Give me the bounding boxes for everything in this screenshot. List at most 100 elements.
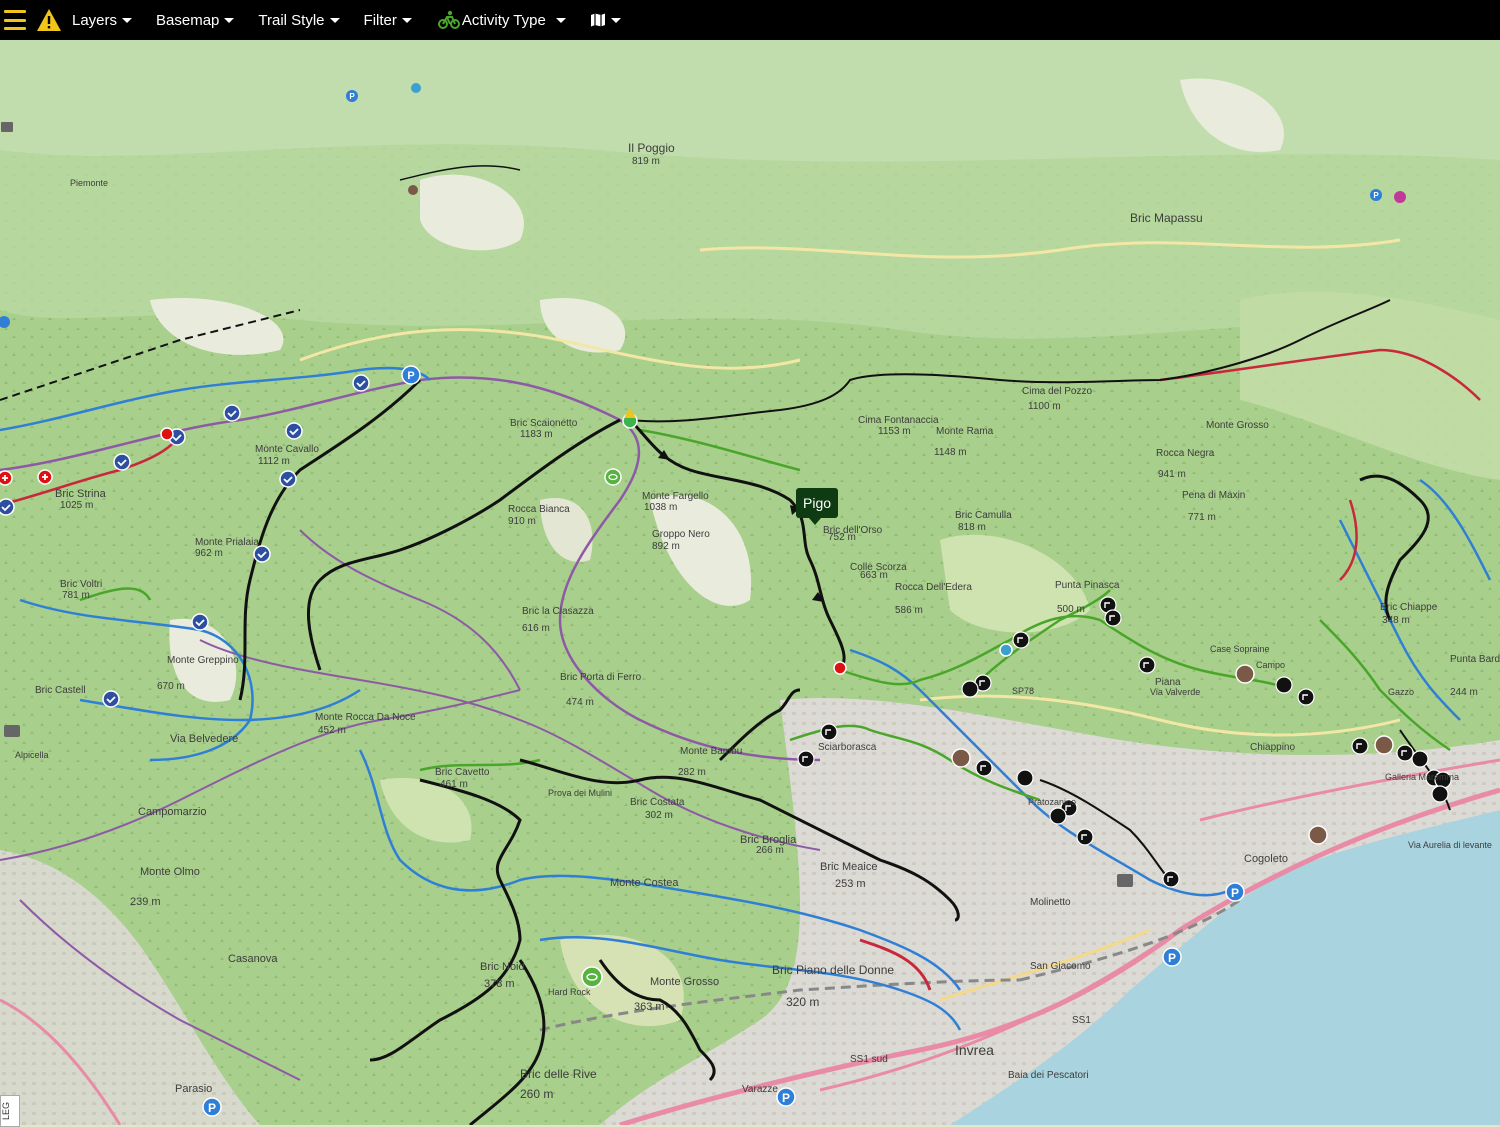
caret-down-icon: [122, 17, 133, 23]
sign-marker-icon[interactable]: [1016, 769, 1034, 787]
place-label: San Giacomo: [1030, 961, 1091, 972]
map-view[interactable]: PP PP PP P Il Poggio 819 m Bric Mapassu …: [0, 40, 1500, 1125]
top-toolbar: Layers Basemap Trail Style Filter Activi…: [0, 0, 1500, 40]
checkmark-marker-icon[interactable]: [191, 613, 209, 631]
sign-marker-icon[interactable]: [1104, 609, 1122, 627]
sign-marker-icon[interactable]: [1076, 828, 1094, 846]
elevation-label: 378 m: [484, 978, 515, 990]
info-marker-icon[interactable]: [1, 122, 13, 132]
place-label: Bric la Ciasazza: [522, 606, 594, 617]
sign-marker-icon[interactable]: [1162, 870, 1180, 888]
place-label: Varazze: [742, 1084, 778, 1095]
place-label: Pratozanino: [1028, 797, 1076, 807]
info-marker-icon[interactable]: [1117, 874, 1133, 887]
place-label: Campo: [1256, 660, 1285, 670]
legend-toggle[interactable]: LEG: [0, 1095, 20, 1127]
place-label: Monte Grosso: [1206, 420, 1269, 431]
place-label: Pena di Maxin: [1182, 490, 1245, 501]
place-label: Parasio: [175, 1083, 212, 1095]
place-label: Molinetto: [1030, 897, 1071, 908]
trail-popup-label: Pigo: [803, 495, 832, 511]
place-label: Monte Greppino: [167, 655, 239, 666]
elevation-label: 819 m: [632, 156, 660, 167]
road-label: Via Valverde: [1150, 687, 1200, 697]
place-label: Bric Porta di Ferro: [560, 672, 642, 683]
elevation-label: 266 m: [756, 845, 784, 856]
sign-marker-icon[interactable]: [1396, 744, 1414, 762]
elevation-label: 752 m: [828, 532, 856, 543]
sign-marker-icon[interactable]: [797, 750, 815, 768]
terrain-map[interactable]: PP PP PP P Il Poggio 819 m Bric Mapassu …: [0, 40, 1500, 1125]
checkmark-marker-icon[interactable]: [223, 404, 241, 422]
water-source-icon[interactable]: [999, 643, 1013, 657]
checkmark-marker-icon[interactable]: [352, 374, 370, 392]
place-label: Hard Rock: [548, 987, 591, 997]
checkmark-marker-icon[interactable]: [113, 453, 131, 471]
lodging-marker-icon[interactable]: [1374, 735, 1394, 755]
activity-type-menu[interactable]: Activity Type: [437, 10, 566, 30]
sign-marker-icon[interactable]: [1351, 737, 1369, 755]
sign-marker-icon[interactable]: [1411, 750, 1429, 768]
elevation-label: 892 m: [652, 541, 680, 552]
place-label: Cima del Pozzo: [1022, 386, 1092, 397]
caret-down-icon: [401, 17, 412, 23]
sign-marker-icon[interactable]: [975, 759, 993, 777]
sign-marker-icon[interactable]: [1431, 785, 1449, 803]
hamburger-icon[interactable]: [4, 9, 26, 31]
elevation-label: 302 m: [645, 810, 673, 821]
filter-menu[interactable]: Filter: [364, 12, 412, 29]
sign-marker-icon[interactable]: [1012, 631, 1030, 649]
place-label: Invrea: [955, 1042, 994, 1058]
filter-menu-label: Filter: [363, 11, 397, 29]
place-label: Piemonte: [70, 178, 108, 188]
viewpoint-icon[interactable]: [604, 468, 622, 486]
first-aid-icon[interactable]: [160, 427, 174, 441]
elevation-label: 474 m: [566, 697, 594, 708]
lodging-marker-icon[interactable]: [408, 185, 418, 195]
layers-menu[interactable]: Layers: [72, 12, 133, 29]
place-label: Case Sopraine: [1210, 644, 1270, 654]
water-source-icon[interactable]: [411, 83, 421, 93]
lodging-marker-icon[interactable]: [1235, 664, 1255, 684]
poi-marker-icon[interactable]: [1394, 191, 1406, 203]
basemap-menu[interactable]: Basemap: [156, 12, 235, 29]
elevation-label: 1100 m: [1028, 401, 1061, 412]
viewpoint-icon[interactable]: [581, 966, 603, 988]
warning-icon[interactable]: [36, 7, 62, 33]
place-label: Baia dei Pescatori: [1008, 1070, 1089, 1081]
sign-marker-icon[interactable]: [820, 723, 838, 741]
place-label: Prova dei Mulini: [548, 788, 612, 798]
info-marker-icon[interactable]: [4, 725, 20, 737]
sign-marker-icon[interactable]: [961, 680, 979, 698]
lodging-marker-icon[interactable]: [1308, 825, 1328, 845]
road-label: Via Aurelia di levante: [1408, 840, 1492, 850]
place-label: Bric Piano delle Donne: [772, 963, 894, 977]
caret-down-icon: [224, 17, 235, 23]
checkmark-marker-icon[interactable]: [253, 545, 271, 563]
place-label: Monte Costea: [610, 877, 679, 889]
sign-marker-icon[interactable]: [1297, 688, 1315, 706]
place-label: Monte Rama: [936, 426, 994, 437]
elevation-label: 452 m: [318, 725, 346, 736]
sign-marker-icon[interactable]: [1275, 676, 1293, 694]
place-label: Casanova: [228, 953, 278, 965]
checkmark-marker-icon[interactable]: [102, 690, 120, 708]
map-view-menu[interactable]: [590, 13, 621, 27]
elevation-label: 941 m: [1158, 469, 1186, 480]
svg-text:P: P: [208, 1101, 216, 1115]
place-label: Il Poggio: [628, 141, 675, 155]
activity-type-icon: [437, 10, 460, 29]
elevation-label: 1148 m: [934, 447, 967, 458]
sign-marker-icon[interactable]: [1138, 656, 1156, 674]
trail-style-menu[interactable]: Trail Style: [258, 12, 340, 29]
route-end-marker[interactable]: [833, 661, 847, 675]
trail-popup[interactable]: Pigo: [796, 488, 839, 525]
elevation-label: 1183 m: [520, 429, 553, 440]
checkmark-marker-icon[interactable]: [279, 470, 297, 488]
sign-marker-icon[interactable]: [1049, 807, 1067, 825]
elevation-label: 663 m: [860, 570, 888, 581]
legend-toggle-label: LEG: [1, 1102, 11, 1121]
elevation-label: 244 m: [1450, 687, 1478, 698]
checkmark-marker-icon[interactable]: [285, 422, 303, 440]
lodging-marker-icon[interactable]: [951, 748, 971, 768]
